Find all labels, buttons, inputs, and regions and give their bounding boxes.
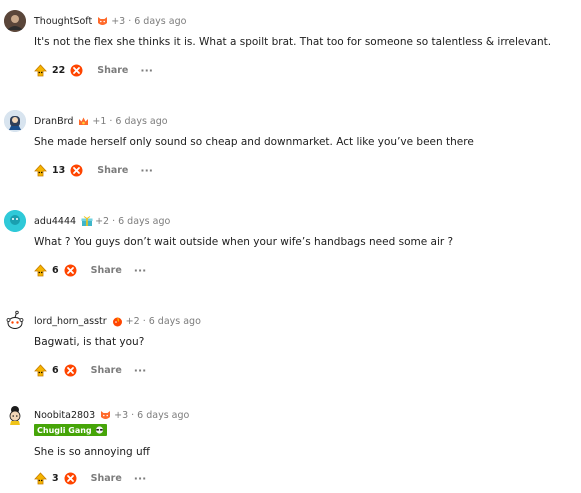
share-button[interactable]: Share <box>97 165 128 176</box>
comment-meta: Noobita2803 +3 · 6 days ago <box>34 408 189 422</box>
upvote-icon[interactable] <box>34 471 47 485</box>
comment-text: Bagwati, is that you? <box>34 336 145 348</box>
comment-text: It's not the flex she thinks it is. What… <box>34 36 552 48</box>
username[interactable]: DranBrd <box>34 116 73 127</box>
username[interactable]: ThoughtSoft <box>34 16 92 27</box>
award-count: +3 <box>114 409 129 421</box>
comment-meta: adu4444 +2 · 6 days ago <box>34 214 170 228</box>
separator-dot: · <box>128 15 132 27</box>
share-button[interactable]: Share <box>91 265 122 276</box>
username[interactable]: lord_horn_asstr <box>34 316 107 327</box>
more-options-button[interactable]: ··· <box>134 364 147 377</box>
comment-meta: DranBrd +1 · 6 days ago <box>34 114 168 128</box>
comment-meta: ThoughtSoft +3 · 6 days ago <box>34 14 186 28</box>
username[interactable]: Noobita2803 <box>34 410 95 421</box>
comment-actions: 13 Share ··· <box>34 162 153 178</box>
vote-count: 22 <box>52 64 66 76</box>
downvote-icon[interactable] <box>64 472 77 485</box>
vote-count: 3 <box>52 472 59 484</box>
downvote-icon[interactable] <box>70 64 83 77</box>
upvote-icon[interactable] <box>34 363 47 377</box>
upvote-icon[interactable] <box>34 63 47 77</box>
award-count: +1 <box>92 115 107 127</box>
avatar[interactable] <box>4 210 26 232</box>
downvote-icon[interactable] <box>64 364 77 377</box>
timestamp[interactable]: 6 days ago <box>115 116 167 127</box>
timestamp[interactable]: 6 days ago <box>134 16 186 27</box>
flair-text: Chugli Gang <box>37 425 92 435</box>
vote-count: 6 <box>52 264 59 276</box>
share-button[interactable]: Share <box>97 65 128 76</box>
share-button[interactable]: Share <box>91 473 122 484</box>
username[interactable]: adu4444 <box>34 216 76 227</box>
award-count: +2 <box>95 215 110 227</box>
vote-count: 13 <box>52 164 66 176</box>
comment-meta: lord_horn_asstr +2 · 6 days ago <box>34 314 201 328</box>
cat-face-icon[interactable] <box>100 410 111 421</box>
vote-count: 6 <box>52 364 59 376</box>
sunglasses-icon <box>95 426 104 434</box>
upvote-icon[interactable] <box>34 263 47 277</box>
separator-dot: · <box>131 409 135 421</box>
fire-crown-icon[interactable] <box>78 116 89 127</box>
user-flair[interactable]: Chugli Gang <box>34 424 107 436</box>
comment-text: She made herself only sound so cheap and… <box>34 136 474 148</box>
downvote-icon[interactable] <box>70 164 83 177</box>
avatar[interactable] <box>4 110 26 132</box>
avatar[interactable] <box>4 310 26 332</box>
timestamp[interactable]: 6 days ago <box>149 316 201 327</box>
comment-actions: 6 Share ··· <box>34 362 146 378</box>
cat-face-icon[interactable] <box>97 16 108 27</box>
comment-actions: 3 Share ··· <box>34 470 146 486</box>
user-avatar-icon <box>4 10 26 32</box>
more-options-button[interactable]: ··· <box>134 472 147 485</box>
share-button[interactable]: Share <box>91 365 122 376</box>
comment-text: She is so annoying uff <box>34 446 150 458</box>
user-avatar-icon <box>4 110 26 132</box>
award-count: +3 <box>111 15 126 27</box>
comment-text: What ? You guys don’t wait outside when … <box>34 236 454 248</box>
user-avatar-icon <box>4 210 26 232</box>
snoo-avatar-icon <box>6 310 24 329</box>
flame-ball-icon[interactable] <box>112 316 123 327</box>
more-options-button[interactable]: ··· <box>140 64 153 77</box>
timestamp[interactable]: 6 days ago <box>118 216 170 227</box>
avatar[interactable] <box>4 404 26 426</box>
comment-actions: 22 Share ··· <box>34 62 153 78</box>
user-avatar-icon <box>9 406 21 425</box>
timestamp[interactable]: 6 days ago <box>137 410 189 421</box>
upvote-icon[interactable] <box>34 163 47 177</box>
separator-dot: · <box>109 115 113 127</box>
separator-dot: · <box>142 315 146 327</box>
separator-dot: · <box>112 215 116 227</box>
downvote-icon[interactable] <box>64 264 77 277</box>
avatar[interactable] <box>4 10 26 32</box>
award-count: +2 <box>125 315 140 327</box>
more-options-button[interactable]: ··· <box>140 164 153 177</box>
gift-icon[interactable] <box>81 215 93 227</box>
comment-actions: 6 Share ··· <box>34 262 146 278</box>
more-options-button[interactable]: ··· <box>134 264 147 277</box>
